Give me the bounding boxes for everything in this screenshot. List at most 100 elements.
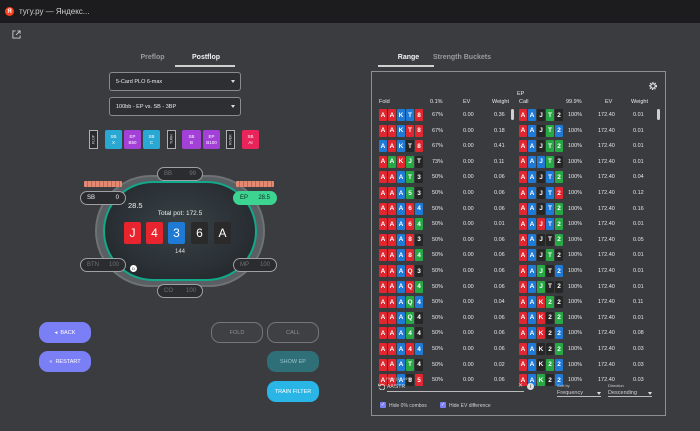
hide-zero-checkbox[interactable]: ✓	[380, 402, 386, 408]
hand-card: 2	[555, 187, 563, 199]
range-row[interactable]: A A A Q 4 50% 0.00 0.04 A A K 2 2 100% 172.40 0.11	[372, 296, 662, 312]
range-row[interactable]: A A A 6 4 50% 0.00 0.01 A A J T 2 100% 172.40 0.01	[372, 218, 662, 234]
hand-card: 8	[415, 109, 423, 121]
range-row[interactable]: A A A Q 3 50% 0.00 0.06 A A J T 2 100% 172.40 0.01	[372, 265, 662, 281]
call-cp-cell: 100%	[568, 346, 583, 352]
tab-strength-buckets[interactable]: Strength Buckets	[432, 54, 492, 61]
seat-co[interactable]: CO 100	[157, 284, 203, 298]
fold-scrollbar[interactable]	[511, 109, 514, 120]
call-scrollbar[interactable]	[657, 109, 660, 120]
tab-postflop[interactable]: Postflop	[186, 54, 226, 61]
range-row[interactable]: A A K T 8 67% 0.00 0.36 A A J T 2 100% 172.40 0.01	[372, 109, 662, 125]
hand-card: 2	[555, 218, 563, 231]
action-chip[interactable]: SB AI	[242, 130, 259, 149]
hide-ev-checkbox[interactable]: ✓	[440, 402, 446, 408]
range-row[interactable]: A A K T 8 67% 0.00 0.18 A A J T 2 100% 172.40 0.01	[372, 124, 662, 141]
external-link-icon[interactable]	[12, 30, 21, 39]
range-row[interactable]: A A K T 8 67% 0.00 0.41 A A J T 2 100% 172.40 0.01	[372, 140, 662, 156]
seat-sb[interactable]: SB 0	[80, 191, 126, 205]
undo-icon[interactable]	[378, 383, 385, 390]
call-cp-cell: 100%	[568, 299, 583, 306]
range-row[interactable]: A A K J T 73% 0.00 0.11 A A J T 2 100% 172.40 0.01	[372, 155, 662, 172]
hand-card: T	[546, 265, 554, 277]
action-chip[interactable]: EP B50	[124, 130, 141, 149]
range-row[interactable]: A A A T 4 50% 0.00 0.02 A A K 2 2 100% 172.40 0.03	[372, 358, 662, 375]
call-cp-cell: 100%	[568, 330, 583, 337]
call-weight-header: Weight	[631, 99, 649, 105]
show-ep-button[interactable]: SHOW EP	[267, 351, 319, 372]
range-row[interactable]: A A A 8 4 50% 0.00 0.06 A A J T 2 100% 172.40 0.01	[372, 249, 662, 265]
hand-card: 2	[555, 327, 563, 340]
hand-card: 4	[415, 327, 423, 340]
action-chip[interactable]: SB X	[105, 130, 122, 149]
action-chip[interactable]: SB B	[182, 130, 201, 149]
range-panel: Fold 0.1% EV Weight EP Call 99.9% EV Wei…	[371, 71, 666, 416]
tab-range[interactable]: Range	[391, 54, 426, 61]
hand-card: T	[546, 124, 554, 137]
seat-btn[interactable]: BTN 100	[80, 258, 126, 272]
game-select[interactable]: 5-Card PLO 6-max	[109, 72, 241, 91]
call-cw-cell: 0.01	[633, 143, 644, 150]
gear-icon[interactable]	[649, 82, 657, 90]
train-filter-button[interactable]: TRAIN FILTER	[267, 381, 319, 402]
fold-fp-cell: 50%	[432, 252, 444, 259]
hand-card: A	[379, 249, 387, 262]
filter-input[interactable]: AA!STR	[387, 384, 524, 392]
hand-card: A	[379, 233, 387, 246]
hand-card: A	[397, 265, 405, 277]
sort-select[interactable]: Frequency	[557, 390, 601, 397]
hand-card: A	[519, 171, 527, 184]
call-button[interactable]: CALL	[267, 322, 319, 343]
hand-card: A	[379, 358, 387, 371]
range-row[interactable]: A A A T 3 50% 0.00 0.06 A A J T 2 100% 172.40 0.04	[372, 171, 662, 187]
fold-fe-cell: 0.00	[463, 268, 474, 274]
hand-card: T	[546, 202, 554, 215]
seat-stack: 100	[185, 288, 196, 294]
hand-card: 2	[555, 296, 563, 309]
seat-bb[interactable]: BB 99	[157, 167, 203, 181]
hand-card: K	[537, 311, 545, 324]
clear-filter-icon[interactable]: ✕	[518, 382, 523, 389]
seat-mp[interactable]: MP 100	[233, 258, 277, 272]
fold-fw-cell: 0.06	[494, 205, 505, 212]
fold-button[interactable]: FOLD	[211, 322, 263, 343]
action-chip[interactable]: EP B100	[203, 130, 220, 149]
range-row[interactable]: A A A 5 3 50% 0.00 0.06 A A J T 2 100% 172.40 0.12	[372, 187, 662, 203]
seat-ep[interactable]: EP 28.5	[233, 191, 277, 205]
fold-fw-cell: 0.06	[494, 268, 505, 274]
range-row[interactable]: A A A 4 4 50% 0.00 0.06 A A K 2 2 100% 172.40 0.03	[372, 343, 662, 359]
action-chip[interactable]: SB C	[143, 130, 160, 149]
hand-card: T	[546, 280, 554, 293]
call-ce-cell: 172.40	[598, 174, 615, 181]
restart-button[interactable]: «RESTART	[39, 351, 91, 372]
hand-card: 2	[555, 233, 563, 246]
chevron-down-icon	[597, 392, 601, 395]
hand-card: A	[379, 327, 387, 340]
hand-card: A	[519, 187, 527, 199]
hand-card: 2	[555, 280, 563, 293]
tab-postflop-underline	[175, 65, 235, 67]
call-cw-cell: 0.04	[633, 174, 644, 181]
hand-card: A	[519, 109, 527, 121]
fold-fe-cell: 0.00	[463, 330, 474, 337]
board-card: 4	[146, 222, 163, 244]
back-button[interactable]: ◂ BACK	[39, 322, 91, 343]
fold-fp-cell: 50%	[432, 377, 444, 384]
direction-select[interactable]: Descending	[608, 390, 652, 397]
range-row[interactable]: A A A 6 4 50% 0.00 0.06 A A J T 2 100% 172.40 0.16	[372, 202, 662, 219]
range-row[interactable]: A A A 8 3 50% 0.00 0.06 A A J T 2 100% 172.40 0.05	[372, 233, 662, 250]
hide-ev-label: Hide EV difference	[449, 403, 491, 409]
fold-fp-cell: 50%	[432, 314, 444, 321]
fold-fw-cell: 0.06	[494, 330, 505, 337]
range-row[interactable]: A A A 4 4 50% 0.00 0.06 A A K 2 2 100% 172.40 0.08	[372, 327, 662, 343]
hand-card: 3	[415, 233, 423, 246]
hand-card: A	[519, 327, 527, 340]
tab-preflop[interactable]: Preflop	[135, 54, 170, 61]
range-row[interactable]: A A A Q 4 50% 0.00 0.06 A A K 2 2 100% 172.40 0.01	[372, 311, 662, 328]
call-cw-cell: 0.01	[633, 252, 644, 259]
spot-select[interactable]: 100bb - EP vs. SB - 3BP	[109, 97, 241, 116]
call-cw-cell: 0.12	[633, 190, 644, 196]
range-row[interactable]: A A A Q 4 50% 0.00 0.06 A A J T 2 100% 172.40 0.01	[372, 280, 662, 297]
info-icon[interactable]: i	[527, 383, 534, 390]
board-card: J	[124, 222, 141, 244]
